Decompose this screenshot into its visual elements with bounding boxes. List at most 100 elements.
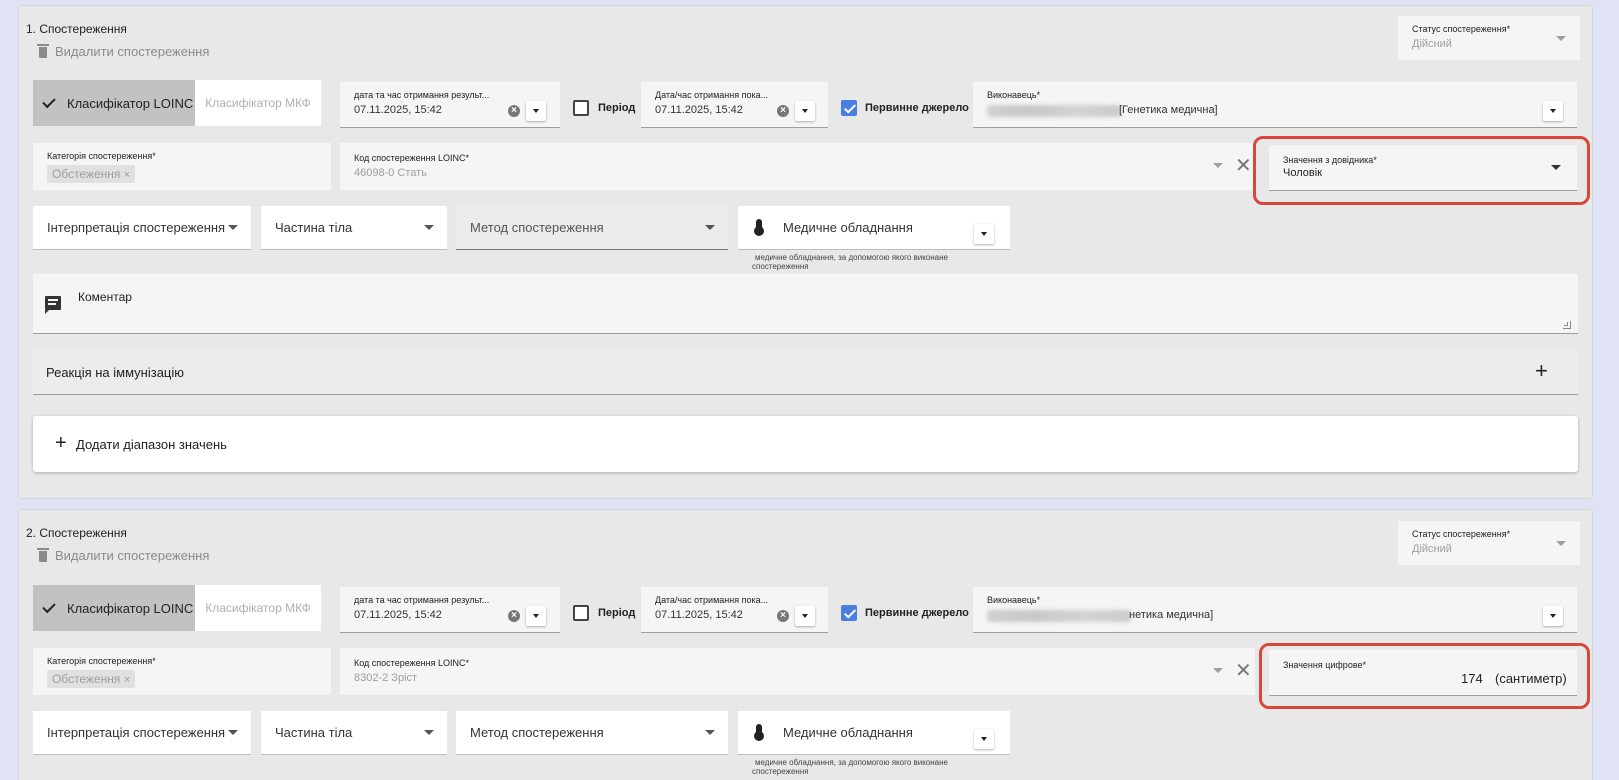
performer-dropdown-button[interactable] [1543,101,1563,121]
chevron-down-icon [705,225,715,230]
chevron-down-icon [1556,36,1566,41]
classifier-mkf-button[interactable]: Класифікатор МКФ [195,80,321,126]
category-label: Категорія спостереження* [47,656,156,666]
code-value: 8302-2 Зріст [354,672,418,684]
highlight-box [1259,643,1590,709]
status-label: Статус спостереження* [1412,24,1511,34]
interpretation-select[interactable]: Інтерпретація спостереження [33,206,251,250]
primary-source-label: Первинне джерело [865,102,969,114]
performer-value: [Генетика медична] [1119,104,1218,116]
code-label: Код спостереження LOINC* [354,658,469,668]
delete-observation-button[interactable]: Видалити спостереження [55,44,209,59]
highlight-box [1253,136,1590,205]
category-select[interactable]: Категорія спостереження* Обстеження × [33,143,331,190]
chevron-down-icon [228,730,238,735]
status-label: Статус спостереження* [1412,529,1511,539]
performer-name-redacted [987,610,1131,622]
comment-textarea[interactable]: Коментар [33,274,1578,334]
date-show-dropdown-button[interactable] [795,101,815,121]
body-part-select[interactable]: Частина тіла [261,711,447,755]
category-label: Категорія спостереження* [47,151,156,161]
date-result-value: 07.11.2025, 15:42 [354,104,442,116]
plus-icon: + [55,432,67,454]
body-part-select[interactable]: Частина тіла [261,206,447,250]
close-icon[interactable]: ✕ [1235,156,1252,176]
chevron-down-icon [424,225,434,230]
status-value: Дійсний [1412,543,1452,555]
chevron-down-icon [1556,541,1566,546]
delete-observation-button[interactable]: Видалити спостереження [55,548,209,563]
classifier-toggle[interactable]: Класифікатор LOINC Класифікатор МКФ [33,80,321,126]
caret-down-icon [981,737,987,741]
device-helper-text: медичне обладнання, за допомогою якого в… [752,758,948,776]
chevron-down-icon[interactable] [1213,163,1223,168]
caret-down-icon [533,614,539,618]
caret-down-icon [802,614,808,618]
classifier-mkf-button[interactable]: Класифікатор МКФ [195,585,321,631]
date-result-dropdown-button[interactable] [526,606,546,626]
trash-icon[interactable] [37,548,49,562]
status-value: Дійсний [1412,38,1452,50]
period-checkbox[interactable] [573,605,589,621]
performer-select[interactable]: Виконавець* [Генетика медична] [973,82,1577,128]
clear-icon[interactable]: × [777,105,789,117]
period-checkbox[interactable] [573,100,589,116]
date-show-field[interactable]: Дата/час отримання пока... 07.11.2025, 1… [641,587,828,633]
chevron-down-icon[interactable] [1213,668,1223,673]
check-icon [42,599,56,613]
date-show-label: Дата/час отримання пока... [655,595,769,605]
status-select[interactable]: Статус спостереження* Дійсний [1398,16,1580,60]
status-select[interactable]: Статус спостереження* Дійсний [1398,521,1580,565]
clear-icon[interactable]: × [777,610,789,622]
category-select[interactable]: Категорія спостереження* Обстеження × [33,648,331,695]
resize-handle[interactable] [1563,321,1571,329]
primary-source-label: Первинне джерело [865,607,969,619]
plus-icon[interactable]: + [1535,360,1548,382]
performer-value: нетика медична] [1129,609,1214,621]
code-select[interactable]: Код спостереження LOINC* 8302-2 Зріст ✕ [340,648,1255,695]
device-helper-text: медичне обладнання, за допомогою якого в… [752,253,948,271]
caret-down-icon [1550,614,1556,618]
performer-label: Виконавець* [987,90,1041,100]
date-result-value: 07.11.2025, 15:42 [354,609,442,621]
reaction-section[interactable]: Реакція на іммунізацію + [33,350,1578,395]
date-result-field[interactable]: дата та час отримання результ... 07.11.2… [340,587,560,633]
category-chip[interactable]: Обстеження × [47,165,136,183]
trash-icon[interactable] [37,44,49,58]
device-select[interactable]: Медичне обладнання [738,206,1010,250]
device-select[interactable]: Медичне обладнання [738,711,1010,755]
date-show-dropdown-button[interactable] [795,606,815,626]
date-result-dropdown-button[interactable] [526,101,546,121]
method-select[interactable]: Метод спостереження [456,711,728,755]
classifier-toggle[interactable]: Класифікатор LOINC Класифікатор МКФ [33,585,321,631]
caret-down-icon [533,109,539,113]
chevron-down-icon [705,730,715,735]
method-select[interactable]: Метод спостереження [456,206,728,250]
date-show-field[interactable]: Дата/час отримання пока... 07.11.2025, 1… [641,82,828,128]
code-select[interactable]: Код спостереження LOINC* 46098-0 Стать ✕ [340,143,1255,190]
performer-dropdown-button[interactable] [1543,606,1563,626]
clear-icon[interactable]: × [508,610,520,622]
add-range-label: Додати діапазон значень [76,437,227,452]
code-label: Код спостереження LOINC* [354,153,469,163]
close-icon[interactable]: ✕ [1235,661,1252,681]
caret-down-icon [802,109,808,113]
remove-chip-icon[interactable]: × [124,169,130,181]
thermometer-icon [754,724,764,741]
primary-source-checkbox[interactable] [841,100,857,116]
category-chip[interactable]: Обстеження × [47,670,136,688]
date-show-label: Дата/час отримання пока... [655,90,769,100]
interpretation-select[interactable]: Інтерпретація спостереження [33,711,251,755]
observation-title: 1. Спостереження [26,22,127,36]
date-result-field[interactable]: дата та час отримання результ... 07.11.2… [340,82,560,128]
primary-source-checkbox[interactable] [841,605,857,621]
classifier-loinc-button[interactable]: Класифікатор LOINC [33,80,195,126]
remove-chip-icon[interactable]: × [124,674,130,686]
device-dropdown-button[interactable] [974,224,994,244]
observation-title: 2. Спостереження [26,526,127,540]
classifier-loinc-button[interactable]: Класифікатор LOINC [33,585,195,631]
add-range-button[interactable]: + Додати діапазон значень [33,416,1578,472]
device-dropdown-button[interactable] [974,729,994,749]
clear-icon[interactable]: × [508,105,520,117]
performer-select[interactable]: Виконавець* нетика медична] [973,587,1577,633]
